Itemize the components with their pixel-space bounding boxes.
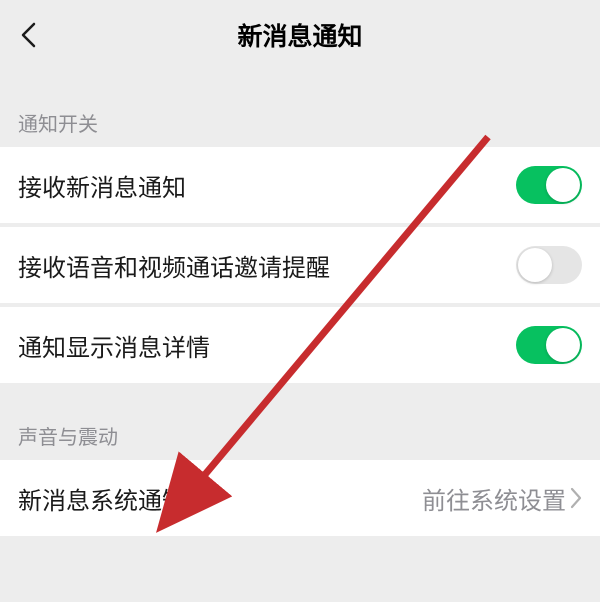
row-label: 接收语音和视频通话邀请提醒 — [18, 248, 330, 283]
toggle-knob — [546, 328, 580, 362]
toggle-voice-video-invitation[interactable] — [516, 246, 582, 284]
toggle-receive-new-message[interactable] — [516, 166, 582, 204]
back-button[interactable] — [14, 21, 42, 49]
row-show-message-details: 通知显示消息详情 — [0, 307, 600, 383]
toggle-knob — [546, 168, 580, 202]
toggle-show-message-details[interactable] — [516, 326, 582, 364]
toggle-knob — [518, 248, 552, 282]
chevron-left-icon — [20, 22, 36, 48]
row-voice-video-invitation: 接收语音和视频通话邀请提醒 — [0, 227, 600, 303]
row-value: 前往系统设置 — [422, 481, 582, 516]
row-system-notification[interactable]: 新消息系统通知 前往系统设置 — [0, 460, 600, 536]
page-title: 新消息通知 — [0, 17, 600, 53]
row-label: 新消息系统通知 — [18, 481, 186, 516]
section-label-notification-switches: 通知开关 — [0, 70, 600, 147]
row-label: 通知显示消息详情 — [18, 328, 210, 363]
chevron-right-icon — [570, 487, 582, 509]
row-value-text: 前往系统设置 — [422, 481, 566, 516]
section-label-sound-vibration: 声音与震动 — [0, 383, 600, 460]
row-label: 接收新消息通知 — [18, 168, 186, 203]
row-receive-new-message: 接收新消息通知 — [0, 147, 600, 223]
